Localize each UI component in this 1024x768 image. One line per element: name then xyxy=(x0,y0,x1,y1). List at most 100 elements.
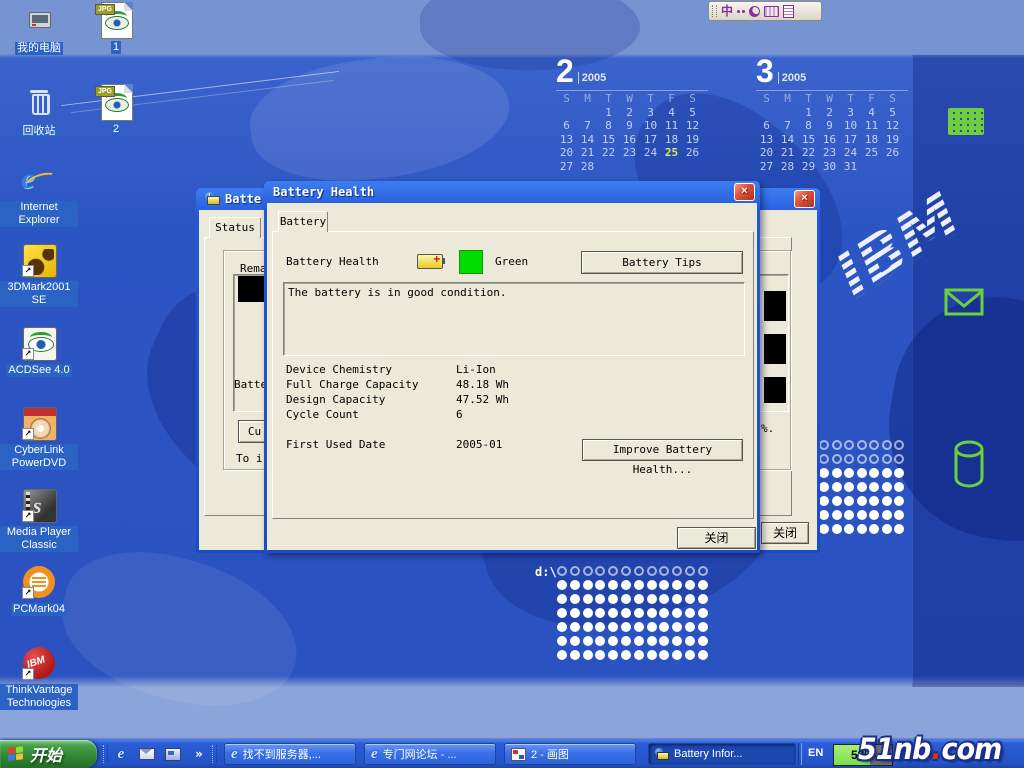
battery-health-titlebar[interactable]: Battery Health × xyxy=(267,181,757,203)
taskbar-item-battery-information[interactable]: Battery Infor... xyxy=(648,743,796,765)
close-dialog-button[interactable]: 关闭 xyxy=(761,522,809,544)
taskbar-item-server-not-found[interactable]: e 找不到服务器,... xyxy=(224,743,356,765)
calendar-month: 3 xyxy=(756,56,774,86)
recycle-bin-icon xyxy=(21,86,57,122)
shortcut-arrow-icon: ↗ xyxy=(22,265,34,277)
shortcut-arrow-icon: ↗ xyxy=(22,510,34,522)
drive-label: d:\ xyxy=(535,565,557,579)
field-value: 48.18 Wh xyxy=(456,378,509,391)
language-indicator[interactable]: EN xyxy=(808,747,823,759)
quick-launch-grip[interactable] xyxy=(103,745,108,763)
field-label: Device Chemistry xyxy=(286,363,392,376)
pcmark-icon: ↗ xyxy=(21,564,57,600)
desktop-icon-thinkvantage[interactable]: IBM↗ ThinkVantage Technologies xyxy=(0,645,78,710)
quick-launch-overflow-chevron[interactable]: » xyxy=(188,743,210,765)
taskband-grip[interactable] xyxy=(212,745,217,763)
battery-icon: + xyxy=(417,254,443,269)
envelope-icon xyxy=(944,288,984,316)
desktop-icon-powerdvd[interactable]: ↗ CyberLink PowerDVD xyxy=(0,405,78,470)
3dmark-icon: ↗ xyxy=(21,242,57,278)
icon-label: 3DMark2001 SE xyxy=(0,281,78,307)
icon-label: Media Player Classic xyxy=(0,526,78,552)
wallpaper-grid-icon xyxy=(948,108,984,135)
desktop-icon-jpg-1[interactable]: JPG 1 xyxy=(96,2,136,54)
health-status-text: Green xyxy=(495,255,528,268)
media-player-classic-icon: s↗ xyxy=(21,487,57,523)
desktop: 2 2005 SMTWTFS12345678910111213141516171… xyxy=(0,0,1024,768)
battery-gauge-1 xyxy=(764,291,786,321)
icon-label: ThinkVantage Technologies xyxy=(0,684,78,710)
quick-launch-mail-icon[interactable] xyxy=(136,743,158,765)
ie-icon: e xyxy=(231,746,238,762)
calendar-month: 2 xyxy=(556,56,574,86)
desktop-icon-media-player-classic[interactable]: s↗ Media Player Classic xyxy=(0,487,78,552)
calendar-year: 2005 xyxy=(578,72,606,84)
ime-language-bar[interactable]: 中 xyxy=(708,1,822,21)
task-label: Battery Infor... xyxy=(674,748,742,760)
calendar-march: 3 2005 SMTWTFS12345678910111213141516171… xyxy=(756,56,908,173)
jpg-file-icon: JPG xyxy=(98,2,134,38)
ime-fullwidth-toggle-icon[interactable] xyxy=(749,6,760,17)
battery-information-app-icon: ! xyxy=(205,192,220,206)
icon-label: 回收站 xyxy=(21,125,58,138)
ime-soft-keyboard-icon[interactable] xyxy=(764,6,779,17)
quick-launch-ie-icon[interactable]: e xyxy=(110,743,132,765)
calendar-separator xyxy=(556,90,708,91)
battery-label: Batte xyxy=(234,378,267,391)
task-label: 专门网论坛 - ... xyxy=(383,746,457,762)
battery-tips-button[interactable]: Battery Tips xyxy=(581,251,743,274)
battery-information-title: Batte xyxy=(225,192,261,206)
icon-label: 我的电脑 xyxy=(15,42,63,55)
field-value: 47.52 Wh xyxy=(456,393,509,406)
tray-separator xyxy=(798,743,802,765)
close-button[interactable]: × xyxy=(734,183,755,201)
taskbar-item-paint[interactable]: 2 - 画图 xyxy=(504,743,636,765)
calendar-grid: SMTWTFS123456789101112131415161718192021… xyxy=(556,92,708,173)
tab-battery[interactable]: Battery xyxy=(278,211,328,232)
desktop-icon-acdsee[interactable]: ↗ ACDSee 4.0 xyxy=(0,325,78,377)
condition-text: The battery is in good condition. xyxy=(288,286,507,299)
desktop-icon-recycle-bin[interactable]: 回收站 xyxy=(0,86,78,138)
ime-language-toggle-icon[interactable]: 中 xyxy=(721,5,733,17)
close-dialog-button[interactable]: 关闭 xyxy=(677,527,756,549)
ime-grip-handle[interactable] xyxy=(712,5,717,17)
quick-launch-show-desktop-icon[interactable] xyxy=(162,743,184,765)
disk-usage-dots-c xyxy=(818,438,906,536)
icon-label: 2 xyxy=(111,123,121,136)
desktop-icon-3dmark2001[interactable]: ↗ 3DMark2001 SE xyxy=(0,242,78,307)
field-label: Cycle Count xyxy=(286,408,359,421)
windows-flag-icon xyxy=(8,746,25,763)
close-button[interactable]: × xyxy=(794,190,815,208)
internet-explorer-icon: e xyxy=(21,162,57,198)
field-value: 2005-01 xyxy=(456,438,502,451)
ime-punctuation-icon[interactable] xyxy=(737,10,745,13)
taskbar-item-forum[interactable]: e 专门网论坛 - ... xyxy=(364,743,496,765)
disk-cylinder-icon xyxy=(950,438,988,490)
health-label: Battery Health xyxy=(286,255,379,268)
shortcut-arrow-icon: ↗ xyxy=(22,587,34,599)
calendar-year: 2005 xyxy=(778,72,806,84)
icon-label: 1 xyxy=(111,41,121,54)
battery-info-icon xyxy=(655,748,669,760)
tab-status[interactable]: Status xyxy=(209,217,261,238)
improve-battery-health-button[interactable]: Improve Battery Health... xyxy=(582,439,743,461)
start-button[interactable]: 开始 xyxy=(0,740,97,768)
powerdvd-icon: ↗ xyxy=(21,405,57,441)
icon-label: ACDSee 4.0 xyxy=(6,364,71,377)
shortcut-arrow-icon: ↗ xyxy=(22,668,34,680)
desktop-icon-pcmark04[interactable]: ↗ PCMark04 xyxy=(0,564,78,616)
my-computer-icon xyxy=(21,3,57,39)
task-label: 找不到服务器,... xyxy=(243,746,321,762)
icon-label: Internet Explorer xyxy=(0,201,78,227)
thinkvantage-icon: IBM↗ xyxy=(21,645,57,681)
desktop-icon-internet-explorer[interactable]: e Internet Explorer xyxy=(0,162,78,227)
field-label: Design Capacity xyxy=(286,393,385,406)
battery-health-title: Battery Health xyxy=(273,185,374,199)
field-value: 6 xyxy=(456,408,463,421)
desktop-icon-my-computer[interactable]: 我的电脑 xyxy=(0,3,78,55)
desktop-icon-jpg-2[interactable]: JPG 2 xyxy=(96,84,136,136)
battery-gauge-left xyxy=(238,276,266,302)
ime-options-icon[interactable] xyxy=(783,5,794,18)
to-label: To i xyxy=(236,452,263,465)
shortcut-arrow-icon: ↗ xyxy=(22,348,34,360)
